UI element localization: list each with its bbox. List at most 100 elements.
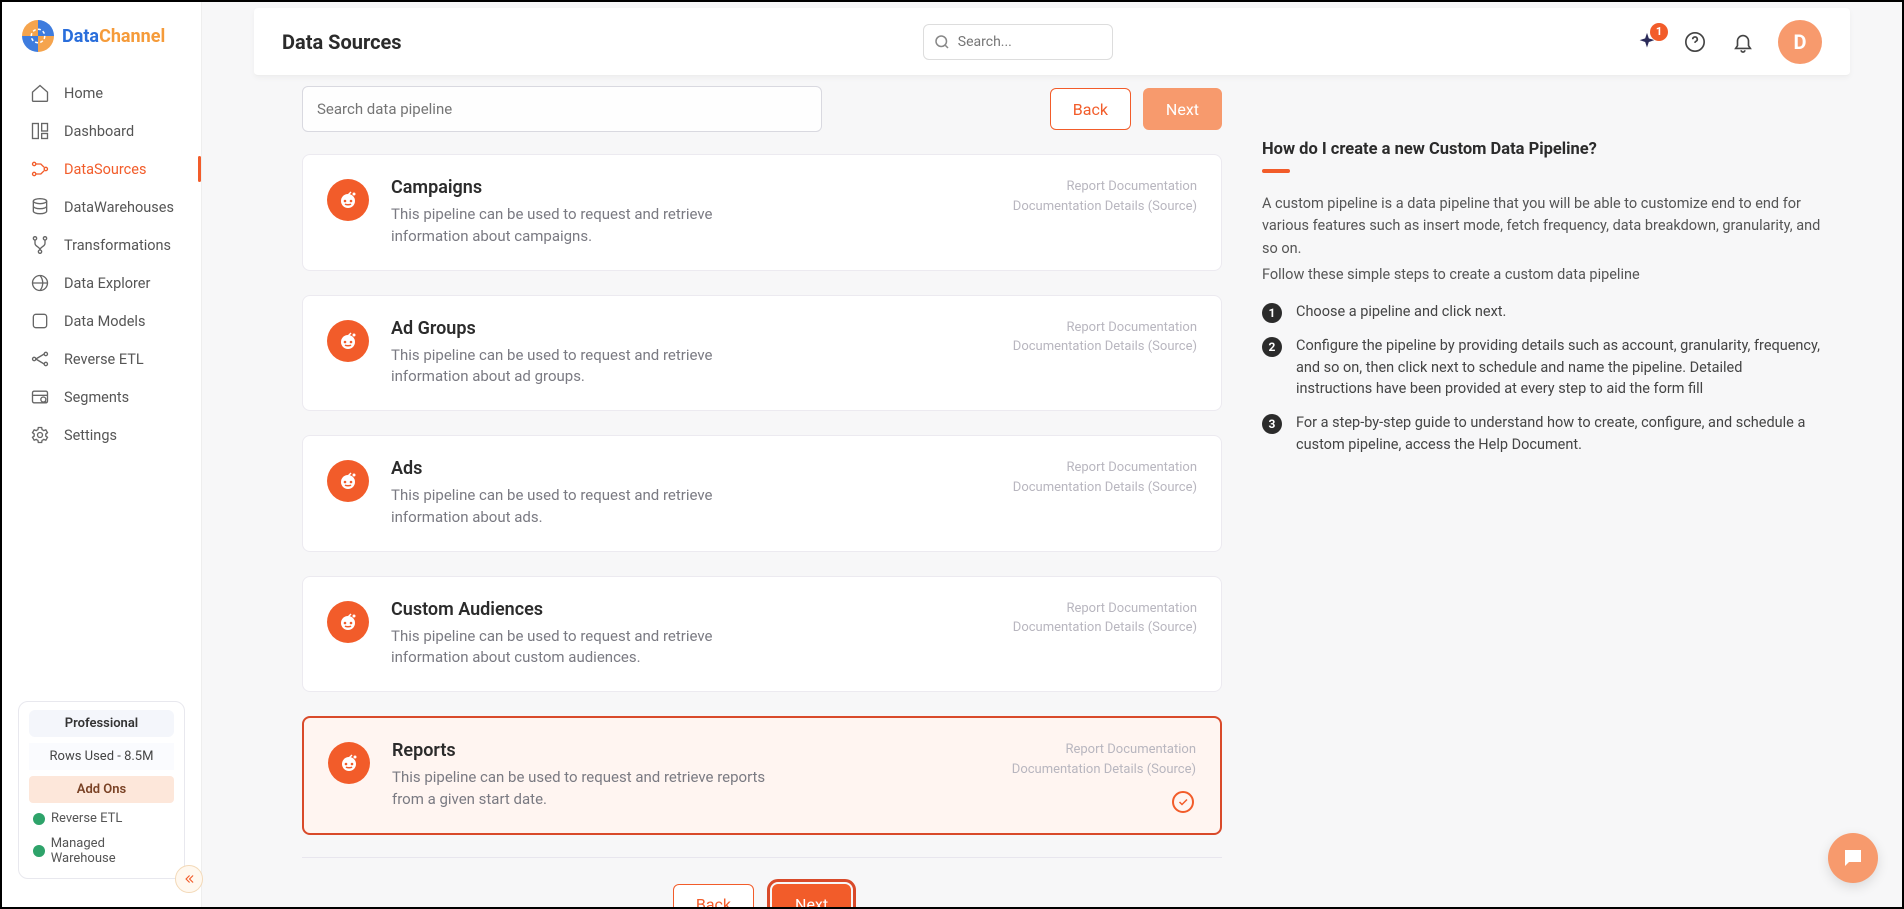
help-step-text: For a step-by-step guide to understand h…: [1296, 412, 1822, 456]
sidebar-item-transformations[interactable]: Transformations: [2, 226, 201, 264]
logo-mark-icon: [22, 20, 54, 52]
sidebar-item-label: Home: [64, 85, 103, 102]
help-step: 3 For a step-by-step guide to understand …: [1262, 412, 1822, 456]
step-number-icon: 2: [1262, 337, 1282, 357]
help-step: 2 Configure the pipeline by providing det…: [1262, 335, 1822, 400]
sidebar-item-home[interactable]: Home: [2, 74, 201, 112]
help-panel: How do I create a new Custom Data Pipeli…: [1262, 86, 1822, 887]
sidebar-item-label: Reverse ETL: [64, 351, 144, 368]
reddit-icon: [327, 601, 369, 643]
sidebar-item-label: DataWarehouses: [64, 199, 174, 216]
status-dot-icon: [33, 845, 45, 857]
pipeline-card-reports[interactable]: Reports This pipeline can be used to req…: [302, 716, 1222, 835]
warehouse-icon: [30, 197, 50, 217]
sidebar-item-reverseetl[interactable]: Reverse ETL: [2, 340, 201, 378]
pipeline-list: Campaigns This pipeline can be used to r…: [302, 154, 1222, 835]
report-documentation-link[interactable]: Report Documentation: [1013, 458, 1197, 478]
sidebar-nav: Home Dashboard DataSources DataWarehouse…: [2, 72, 201, 456]
next-button-top[interactable]: Next: [1143, 88, 1222, 130]
documentation-details-link[interactable]: Documentation Details (Source): [1013, 197, 1197, 217]
help-steps: 1 Choose a pipeline and click next. 2 Conf…: [1262, 301, 1822, 456]
pipeline-title: Reports: [392, 740, 990, 761]
sidebar-item-dataexplorer[interactable]: Data Explorer: [2, 264, 201, 302]
addon-label: Reverse ETL: [51, 811, 122, 826]
report-documentation-link[interactable]: Report Documentation: [1012, 740, 1196, 760]
documentation-details-link[interactable]: Documentation Details (Source): [1013, 337, 1197, 357]
sidebar-item-dashboard[interactable]: Dashboard: [2, 112, 201, 150]
help-button[interactable]: [1682, 29, 1708, 55]
logo-text: DataChannel: [62, 26, 165, 47]
sidebar-item-label: Data Models: [64, 313, 145, 330]
notifications-button[interactable]: [1730, 29, 1756, 55]
sparkle-button[interactable]: 1: [1634, 29, 1660, 55]
pipeline-card-customaudiences[interactable]: Custom Audiences This pipeline can be us…: [302, 576, 1222, 693]
pipeline-desc: This pipeline can be used to request and…: [391, 626, 771, 670]
pipeline-card-campaigns[interactable]: Campaigns This pipeline can be used to r…: [302, 154, 1222, 271]
report-documentation-link[interactable]: Report Documentation: [1013, 599, 1197, 619]
sidebar-item-datawarehouses[interactable]: DataWarehouses: [2, 188, 201, 226]
sidebar-item-settings[interactable]: Settings: [2, 416, 201, 454]
sidebar-item-label: Settings: [64, 427, 117, 444]
pipeline-card-adgroups[interactable]: Ad Groups This pipeline can be used to r…: [302, 295, 1222, 412]
report-documentation-link[interactable]: Report Documentation: [1013, 177, 1197, 197]
user-avatar[interactable]: D: [1778, 20, 1822, 64]
sidebar-item-segments[interactable]: Segments: [2, 378, 201, 416]
avatar-initial: D: [1794, 30, 1807, 54]
documentation-details-link[interactable]: Documentation Details (Source): [1012, 760, 1196, 780]
sidebar-item-datamodels[interactable]: Data Models: [2, 302, 201, 340]
dashboard-icon: [30, 121, 50, 141]
addons-heading: Add Ons: [29, 776, 174, 803]
help-paragraph: A custom pipeline is a data pipeline tha…: [1262, 193, 1822, 260]
home-icon: [30, 83, 50, 103]
sidebar-item-label: DataSources: [64, 161, 146, 178]
help-step-text: Configure the pipeline by providing deta…: [1296, 335, 1822, 400]
notification-badge: 1: [1650, 23, 1668, 41]
report-documentation-link[interactable]: Report Documentation: [1013, 318, 1197, 338]
step-number-icon: 3: [1262, 414, 1282, 434]
gear-icon: [30, 425, 50, 445]
reverse-etl-icon: [30, 349, 50, 369]
documentation-details-link[interactable]: Documentation Details (Source): [1013, 478, 1197, 498]
help-step-text: Choose a pipeline and click next.: [1296, 301, 1506, 323]
reddit-icon: [327, 179, 369, 221]
plan-tier: Professional: [29, 710, 174, 737]
reddit-icon: [327, 320, 369, 362]
pipeline-title: Ad Groups: [391, 318, 991, 339]
sidebar-item-label: Segments: [64, 389, 129, 406]
sidebar-item-datasources[interactable]: DataSources: [2, 150, 201, 188]
sidebar: DataChannel Home Dashboard DataSources D…: [2, 2, 202, 907]
pipeline-title: Campaigns: [391, 177, 991, 198]
sidebar-item-label: Dashboard: [64, 123, 134, 140]
addon-item: Reverse ETL: [29, 809, 174, 828]
back-button-top[interactable]: Back: [1050, 88, 1131, 130]
step-number-icon: 1: [1262, 303, 1282, 323]
pipeline-desc: This pipeline can be used to request and…: [391, 485, 771, 529]
datasources-icon: [30, 159, 50, 179]
selected-check-icon: [1172, 791, 1194, 813]
plan-rows-used: Rows Used - 8.5M: [29, 743, 174, 770]
documentation-details-link[interactable]: Documentation Details (Source): [1013, 618, 1197, 638]
help-step: 1 Choose a pipeline and click next.: [1262, 301, 1822, 323]
pipeline-title: Ads: [391, 458, 991, 479]
reddit-icon: [328, 742, 370, 784]
search-icon: [933, 33, 951, 51]
chat-fab-button[interactable]: [1828, 833, 1878, 883]
back-button-bottom[interactable]: Back: [673, 884, 754, 908]
next-button-bottom[interactable]: Next: [772, 884, 851, 908]
help-title: How do I create a new Custom Data Pipeli…: [1262, 140, 1822, 159]
reddit-icon: [327, 460, 369, 502]
sidebar-item-label: Transformations: [64, 237, 171, 254]
collapse-sidebar-button[interactable]: [175, 865, 203, 893]
global-search-input[interactable]: [923, 24, 1113, 60]
sidebar-item-label: Data Explorer: [64, 275, 150, 292]
help-paragraph: Follow these simple steps to create a cu…: [1262, 264, 1822, 286]
brand-logo[interactable]: DataChannel: [2, 14, 201, 72]
plan-card: Professional Rows Used - 8.5M Add Ons Re…: [18, 701, 185, 879]
pipeline-card-ads[interactable]: Ads This pipeline can be used to request…: [302, 435, 1222, 552]
page-title: Data Sources: [282, 30, 402, 54]
pipeline-search-input[interactable]: [302, 86, 822, 132]
help-divider: [1262, 169, 1290, 173]
pipeline-desc: This pipeline can be used to request and…: [391, 204, 771, 248]
pipeline-desc: This pipeline can be used to request and…: [391, 345, 771, 389]
segments-icon: [30, 387, 50, 407]
